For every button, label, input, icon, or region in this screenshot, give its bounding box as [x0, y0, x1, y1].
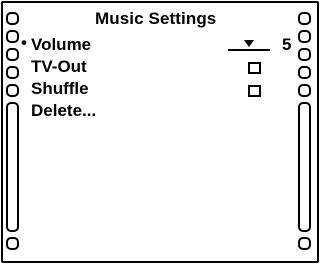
volume-slider-thumb-icon[interactable]: [244, 40, 254, 47]
menu-item-volume[interactable]: Volume: [31, 35, 91, 55]
right-scroll-button[interactable]: [298, 102, 311, 232]
page-title: Music Settings: [95, 9, 217, 28]
right-button-4[interactable]: [298, 66, 311, 79]
shuffle-checkbox[interactable]: [248, 85, 261, 97]
left-button-2[interactable]: [6, 30, 19, 43]
right-button-3[interactable]: [298, 48, 311, 61]
right-button-bottom[interactable]: [298, 237, 311, 250]
left-button-bottom[interactable]: [6, 237, 19, 250]
right-button-1[interactable]: [298, 12, 311, 25]
right-button-2[interactable]: [298, 30, 311, 43]
menu-item-tv-out[interactable]: TV-Out: [31, 57, 87, 77]
tv-out-checkbox[interactable]: [248, 62, 261, 74]
left-scroll-button[interactable]: [6, 102, 19, 232]
left-button-4[interactable]: [6, 66, 19, 79]
left-button-5[interactable]: [6, 84, 19, 97]
menu-item-shuffle[interactable]: Shuffle: [31, 79, 89, 99]
volume-value: 5: [282, 35, 292, 54]
left-button-1[interactable]: [6, 12, 19, 25]
menu-item-delete[interactable]: Delete...: [31, 101, 96, 121]
right-button-5[interactable]: [298, 84, 311, 97]
left-button-3[interactable]: [6, 48, 19, 61]
selection-marker: •: [21, 33, 27, 52]
volume-slider-track[interactable]: [228, 49, 270, 51]
